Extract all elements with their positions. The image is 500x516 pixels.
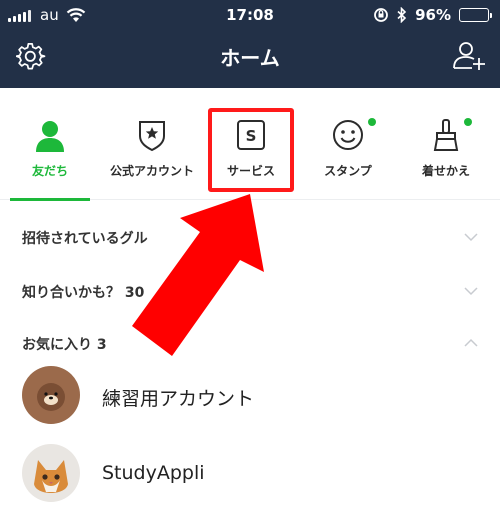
tab-label: 友だち (31, 164, 68, 178)
tab-label: 着せかえ (421, 164, 470, 178)
person-icon (36, 121, 64, 152)
list-item[interactable]: 練習用アカウント (22, 366, 478, 426)
chevron-down-icon (464, 287, 478, 296)
new-badge (368, 118, 376, 126)
chevron-up-icon (464, 338, 478, 347)
active-tab-indicator (10, 198, 90, 201)
section-title: 招待されているグル (22, 231, 148, 247)
tab-stickers[interactable]: スタンプ (302, 88, 394, 200)
rotation-lock-icon (374, 8, 388, 22)
section-title: 知り合いかも？ 30 (22, 285, 145, 301)
highlight-box (208, 108, 294, 192)
add-friend-icon[interactable] (452, 40, 486, 72)
tab-label: スタンプ (324, 164, 372, 178)
kitten-avatar-icon (22, 444, 80, 502)
section-favorites[interactable]: お気に入り 3 (22, 334, 478, 364)
brush-icon (433, 119, 459, 151)
section-invited-groups[interactable]: 招待されているグル (22, 228, 478, 258)
avatar (22, 366, 80, 424)
friend-name: StudyAppli (102, 462, 205, 484)
bluetooth-icon (397, 7, 407, 23)
page-title: ホーム (220, 46, 280, 70)
chevron-down-icon (464, 233, 478, 242)
new-badge (464, 118, 472, 126)
friend-name: 練習用アカウント (102, 388, 255, 410)
top-bar: au 17:08 96% ホーム (0, 0, 500, 88)
tab-friends[interactable]: 友だち (2, 88, 98, 201)
avatar (22, 444, 80, 502)
section-title: お気に入り 3 (22, 337, 107, 353)
battery-percent: 96% (415, 6, 451, 24)
tab-official-accounts[interactable]: 公式アカウント (100, 88, 204, 200)
shield-star-icon (139, 121, 165, 152)
list-item[interactable]: StudyAppli (22, 444, 478, 504)
tab-label: 公式アカウント (109, 164, 194, 178)
battery-icon (459, 8, 492, 22)
status-bar: au 17:08 96% (0, 0, 500, 32)
smiley-icon (333, 120, 363, 150)
section-maybe-know[interactable]: 知り合いかも？ 30 (22, 282, 478, 312)
tab-themes[interactable]: 着せかえ (398, 88, 494, 200)
bear-avatar-icon (22, 366, 80, 424)
